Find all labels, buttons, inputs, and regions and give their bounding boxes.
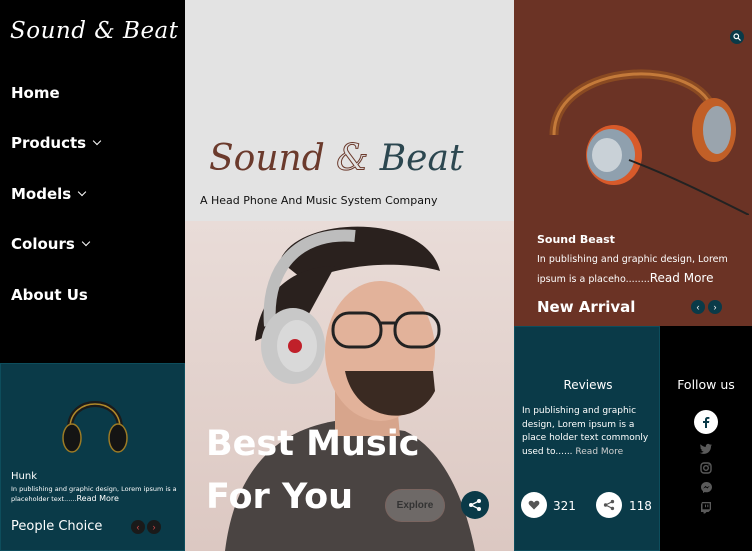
- instagram-icon[interactable]: [696, 460, 716, 476]
- prev-arrow-button[interactable]: ‹: [131, 520, 145, 534]
- reviews-card: Reviews In publishing and graphic design…: [514, 326, 660, 551]
- hero-headline-line2: For You: [206, 477, 354, 517]
- product-description: In publishing and graphic design, Lorem …: [537, 251, 742, 289]
- section-label: People Choice: [11, 519, 103, 534]
- likes-count: 321: [553, 499, 576, 513]
- facebook-icon[interactable]: [694, 410, 718, 434]
- next-arrow-button[interactable]: ›: [708, 300, 722, 314]
- share-button[interactable]: [596, 492, 622, 518]
- brand-ampersand: &: [336, 138, 369, 180]
- explore-button[interactable]: Explore: [385, 489, 445, 522]
- nav-item-colours[interactable]: Colours: [11, 235, 91, 253]
- tagline: A Head Phone And Music System Company: [200, 194, 438, 207]
- heart-icon: [528, 500, 540, 510]
- follow-title: Follow us: [677, 377, 735, 392]
- brand-title: Sound & Beat: [209, 138, 464, 180]
- review-text: In publishing and graphic design, Lorem …: [522, 405, 657, 459]
- next-arrow-button[interactable]: ›: [147, 520, 161, 534]
- messenger-icon[interactable]: [696, 479, 716, 495]
- follow-us-card: Follow us: [660, 326, 752, 551]
- chevron-down-icon: [81, 237, 91, 247]
- section-label: New Arrival: [537, 298, 636, 316]
- product-name: Hunk: [11, 471, 37, 482]
- nav-label: About Us: [11, 286, 88, 304]
- read-more-link[interactable]: Read More: [76, 494, 118, 503]
- nav-item-about-us[interactable]: About Us: [11, 286, 88, 304]
- share-icon: [469, 499, 481, 511]
- nav-label: Models: [11, 185, 72, 203]
- nav-label: Home: [11, 84, 60, 102]
- brand-panel: Sound & Beat A Head Phone And Music Syst…: [185, 0, 514, 221]
- shares-count: 118: [629, 499, 652, 513]
- product-description: In publishing and graphic design, Lorem …: [11, 485, 181, 504]
- read-more-link[interactable]: Read More: [575, 447, 623, 457]
- chevron-down-icon: [92, 136, 102, 146]
- read-more-link[interactable]: Read More: [650, 271, 714, 285]
- nav-item-products[interactable]: Products: [11, 134, 102, 152]
- new-arrival-card: Sound Beast In publishing and graphic de…: [514, 0, 752, 326]
- reviews-title: Reviews: [563, 378, 613, 392]
- logo[interactable]: Sound & Beat: [10, 18, 179, 44]
- sidebar-nav: Sound & Beat Home Products Models Colour…: [0, 0, 185, 363]
- nav-item-home[interactable]: Home: [11, 84, 60, 102]
- twitter-icon[interactable]: [696, 441, 716, 457]
- headphone-image: [62, 401, 128, 453]
- nav-label: Colours: [11, 235, 75, 253]
- hero-headline-line1: Best Music: [206, 424, 420, 464]
- search-icon: [733, 33, 741, 41]
- hero-section: Best Music For You Explore: [185, 221, 514, 551]
- twitch-icon[interactable]: [696, 499, 716, 515]
- share-button[interactable]: [461, 491, 489, 519]
- brand-word-2: Beat: [379, 138, 464, 179]
- headphone-image: [549, 69, 749, 215]
- search-button[interactable]: [730, 30, 744, 44]
- nav-label: Products: [11, 134, 87, 152]
- share-icon: [603, 499, 615, 511]
- people-choice-card: Hunk In publishing and graphic design, L…: [0, 363, 185, 551]
- product-name: Sound Beast: [537, 233, 615, 246]
- chevron-down-icon: [77, 187, 87, 197]
- prev-arrow-button[interactable]: ‹: [691, 300, 705, 314]
- nav-item-models[interactable]: Models: [11, 185, 87, 203]
- brand-word-1: Sound: [209, 138, 325, 179]
- like-button[interactable]: [521, 492, 547, 518]
